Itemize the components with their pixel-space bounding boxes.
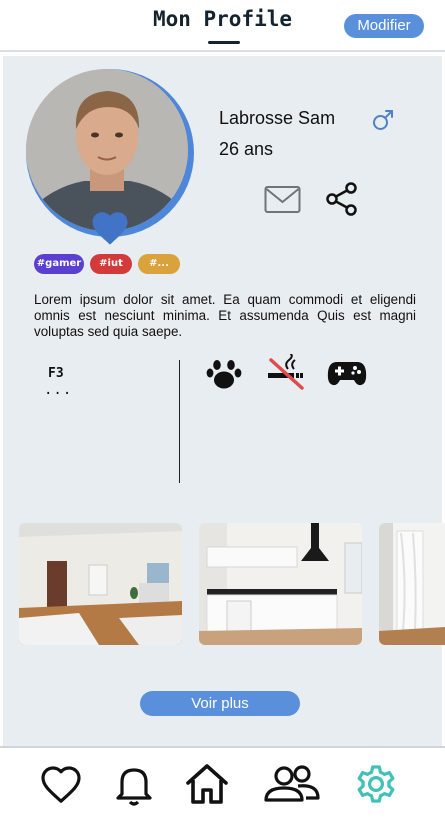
modify-button[interactable]: Modifier bbox=[344, 14, 424, 38]
users-icon[interactable] bbox=[260, 760, 324, 808]
header: Mon Profile Modifier bbox=[0, 0, 445, 52]
home-icon[interactable] bbox=[183, 760, 231, 808]
living-room-photo[interactable] bbox=[19, 523, 182, 645]
share-icon[interactable] bbox=[325, 181, 359, 217]
tag-iut[interactable]: #iut bbox=[90, 254, 132, 274]
see-more-button[interactable]: Voir plus bbox=[140, 691, 300, 716]
tag-gamer[interactable]: #gamer bbox=[34, 254, 84, 274]
profile-age: 26 ans bbox=[219, 139, 274, 159]
details-more[interactable]: ... bbox=[44, 382, 72, 398]
profile-name: Labrosse Sam bbox=[219, 108, 336, 128]
mail-icon[interactable] bbox=[264, 185, 301, 215]
gamepad-icon bbox=[327, 354, 367, 392]
bedroom-photo[interactable] bbox=[379, 523, 445, 645]
kitchen-photo[interactable] bbox=[199, 523, 362, 645]
heart-icon[interactable] bbox=[37, 760, 85, 808]
gear-icon[interactable] bbox=[352, 760, 400, 808]
like-heart-icon[interactable] bbox=[89, 207, 131, 249]
divider bbox=[179, 360, 180, 483]
no-smoking-icon bbox=[266, 352, 306, 392]
tag-more[interactable]: #... bbox=[138, 254, 180, 274]
profile-description: Lorem ipsum dolor sit amet. Ea quam comm… bbox=[34, 292, 416, 339]
male-icon bbox=[371, 108, 395, 132]
flat-type: F3 bbox=[48, 366, 64, 381]
paw-icon bbox=[204, 354, 244, 392]
title-underline bbox=[208, 41, 240, 44]
bell-icon[interactable] bbox=[110, 760, 158, 808]
